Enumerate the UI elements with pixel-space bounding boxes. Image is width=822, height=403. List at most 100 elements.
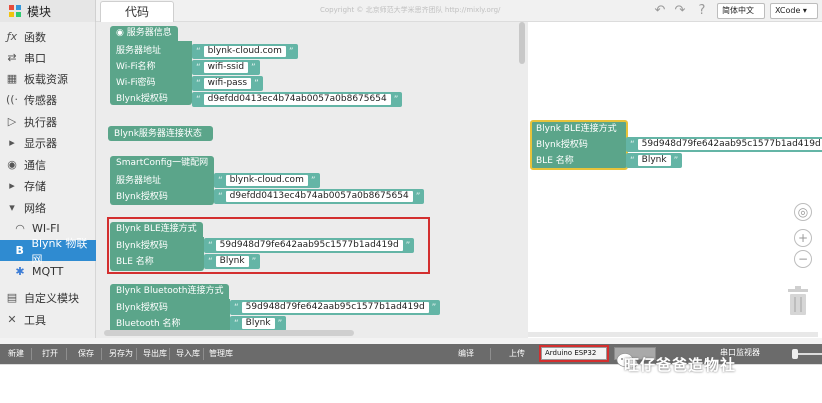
value-auth-token[interactable]: “d9efdd0413ec4b74ab0057a0b8675654” [192, 92, 403, 107]
separator [490, 348, 491, 360]
block-title-text: Blynk服务器连接状态 [114, 129, 202, 139]
value-text: wifi-pass [203, 78, 252, 89]
category-tools[interactable]: ✕ 工具 [0, 309, 96, 330]
value-auth-token[interactable]: “d9efdd0413ec4b74ab0057a0b8675654” [214, 189, 425, 204]
redo-icon[interactable]: ↷ [672, 3, 688, 19]
block-title: ◉ 服务器信息 [110, 26, 178, 41]
row-label: Wi-Fi名称 [116, 62, 156, 72]
value-wifi-ssid[interactable]: “wifi-ssid” [192, 60, 260, 75]
category-label: 通信 [24, 158, 46, 172]
category-label: 串口 [24, 51, 46, 65]
undo-icon[interactable]: ↶ [652, 3, 668, 19]
new-button[interactable]: 新建 [8, 348, 24, 359]
mixly-ide: 模块 代码 Copyright © 北京师范大学米思齐团队 http://mix… [0, 0, 822, 403]
upload-button[interactable]: 上传 [509, 348, 525, 359]
block-flyout: ◉ 服务器信息 服务器地址 Wi-Fi名称 Wi-Fi密码 Blynk授权码 “… [96, 22, 528, 338]
category-mqtt[interactable]: ✱ MQTT [0, 261, 96, 282]
category-sidebar: ƒx 函数 ⇄ 串口 ▦ 板载资源 ((· 传感器 ▷ 执行器 ▸ 显示器 ◉ … [0, 22, 96, 338]
separator [66, 348, 67, 360]
code-tab[interactable]: 代码 [100, 1, 174, 22]
separator [101, 348, 102, 360]
value-text: 59d948d79fe642aab95c1577b1ad419d [241, 302, 429, 313]
row-label: Blynk授权码 [116, 303, 168, 313]
value-ble-name[interactable]: “Blynk” [626, 153, 683, 168]
block-title: Blynk Bluetooth连接方式 [110, 284, 230, 299]
workspace-canvas[interactable]: Blynk BLE连接方式 Blynk授权码 BLE 名称 “59d948d79… [528, 22, 822, 338]
export-lib-button[interactable]: 导出库 [143, 348, 167, 359]
custom-module-icon: ▤ [6, 291, 18, 304]
value-text: Blynk [637, 155, 671, 166]
value-text: blynk-cloud.com [203, 46, 286, 57]
value-server-address[interactable]: “blynk-cloud.com” [214, 173, 320, 188]
category-label: 工具 [24, 313, 46, 327]
category-network[interactable]: ▾ 网络 [0, 197, 96, 218]
value-server-address[interactable]: “blynk-cloud.com” [192, 44, 298, 59]
category-storage[interactable]: ▸ 存储 [0, 175, 96, 196]
category-display[interactable]: ▸ 显示器 [0, 132, 96, 153]
help-icon[interactable]: ? [694, 3, 710, 19]
highlight-box-board [539, 345, 609, 362]
save-button[interactable]: 保存 [78, 348, 94, 359]
row-label: Blynk授权码 [536, 140, 588, 150]
category-label: 执行器 [24, 115, 57, 129]
import-lib-button[interactable]: 导入库 [176, 348, 200, 359]
compile-button[interactable]: 编译 [458, 348, 474, 359]
category-blynk[interactable]: B Blynk 物联网 [0, 237, 96, 266]
row-label: BLE 名称 [536, 156, 574, 166]
value-text: wifi-ssid [203, 62, 249, 73]
block-title-text: Blynk BLE连接方式 [536, 124, 617, 134]
row-label: 服务器地址 [116, 176, 162, 186]
communication-icon: ◉ [7, 158, 17, 171]
wifi-icon: ◉ [116, 28, 127, 38]
fx-icon: ƒx [6, 30, 18, 43]
value-auth-token[interactable]: “59d948d79fe642aab95c1577b1ad419d” [626, 137, 822, 152]
network-icon: ▾ [9, 201, 15, 214]
tools-icon: ✕ [7, 313, 17, 326]
category-label: 网络 [24, 201, 46, 215]
mixly-logo-icon [9, 5, 21, 17]
flyout-horizontal-scrollbar[interactable] [96, 330, 528, 336]
category-label: 显示器 [24, 136, 57, 150]
modules-label: 模块 [27, 4, 52, 19]
category-label: 板载资源 [24, 72, 68, 86]
modules-tab[interactable]: 模块 [0, 0, 96, 22]
zoom-slider-track[interactable] [795, 353, 822, 355]
category-label: 传感器 [24, 93, 57, 107]
value-text: d9efdd0413ec4b74ab0057a0b8675654 [203, 94, 391, 105]
board-icon: ▦ [6, 72, 18, 85]
theme-select[interactable]: XCode ▾ [770, 3, 818, 19]
row-label: Blynk授权码 [116, 94, 168, 104]
separator [169, 348, 170, 360]
save-as-button[interactable]: 另存为 [109, 348, 133, 359]
category-communication[interactable]: ◉ 通信 [0, 154, 96, 175]
zoom-out-icon[interactable]: − [794, 250, 812, 268]
center-icon[interactable]: ◎ [794, 203, 812, 221]
separator [31, 348, 32, 360]
manage-lib-button[interactable]: 管理库 [209, 348, 233, 359]
separator [203, 348, 204, 360]
zoom-in-icon[interactable]: + [794, 229, 812, 247]
category-custom-module[interactable]: ▤ 自定义模块 [0, 287, 96, 308]
category-functions[interactable]: ƒx 函数 [0, 26, 96, 47]
category-serial[interactable]: ⇄ 串口 [0, 47, 96, 68]
display-icon: ▸ [9, 136, 15, 149]
category-board-resources[interactable]: ▦ 板载资源 [0, 68, 96, 89]
value-wifi-pass[interactable]: “wifi-pass” [192, 76, 263, 91]
value-auth-token[interactable]: “59d948d79fe642aab95c1577b1ad419d” [230, 300, 441, 315]
row-label: Bluetooth 名称 [116, 319, 181, 329]
blynk-icon: B [15, 244, 24, 257]
category-label: WI-FI [32, 222, 60, 235]
canvas-horizontal-scrollbar[interactable] [528, 332, 818, 337]
row-label: Wi-Fi密码 [116, 78, 156, 88]
flyout-scrollbar[interactable] [519, 22, 525, 64]
language-select[interactable]: 简体中文 ▾ [717, 3, 765, 29]
trash-icon[interactable] [786, 286, 810, 316]
scroll-thumb[interactable] [104, 330, 354, 336]
zoom-slider-thumb[interactable] [792, 349, 798, 359]
value-bluetooth-name[interactable]: “Blynk” [230, 316, 287, 331]
separator [136, 348, 137, 360]
category-sensors[interactable]: ((· 传感器 [0, 89, 96, 110]
open-button[interactable]: 打开 [42, 348, 58, 359]
value-text: blynk-cloud.com [225, 175, 308, 186]
category-actuators[interactable]: ▷ 执行器 [0, 111, 96, 132]
